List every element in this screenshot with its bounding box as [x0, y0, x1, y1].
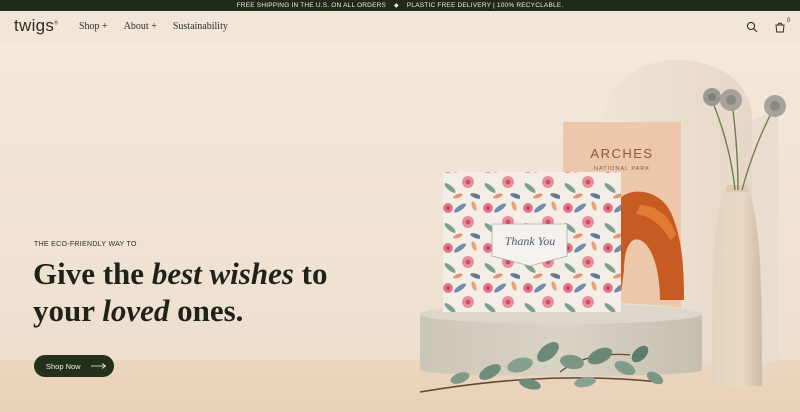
hero-eyebrow: THE ECO-FRIENDLY WAY TO: [34, 241, 137, 248]
arrow-right-icon: [90, 363, 106, 369]
thank-you-card-text: Thank You: [505, 234, 556, 248]
arches-card-title: ARCHES: [590, 146, 653, 161]
headline-emphasis: best wishes: [151, 256, 294, 291]
headline-text: to: [293, 256, 328, 291]
hero-product-illustration: ARCHES NATIONAL PARK Thank You: [419, 60, 786, 393]
shop-now-button[interactable]: Shop Now: [34, 355, 114, 377]
headline-text: Give the: [33, 256, 152, 291]
arches-card-subtitle: NATIONAL PARK: [594, 166, 650, 172]
hero-headline: Give the best wishes to your loved ones.: [33, 255, 413, 329]
headline-text: ones.: [169, 293, 244, 328]
headline-text: your: [33, 293, 103, 328]
shop-now-label: Shop Now: [46, 361, 81, 371]
headline-emphasis: loved: [102, 293, 170, 328]
